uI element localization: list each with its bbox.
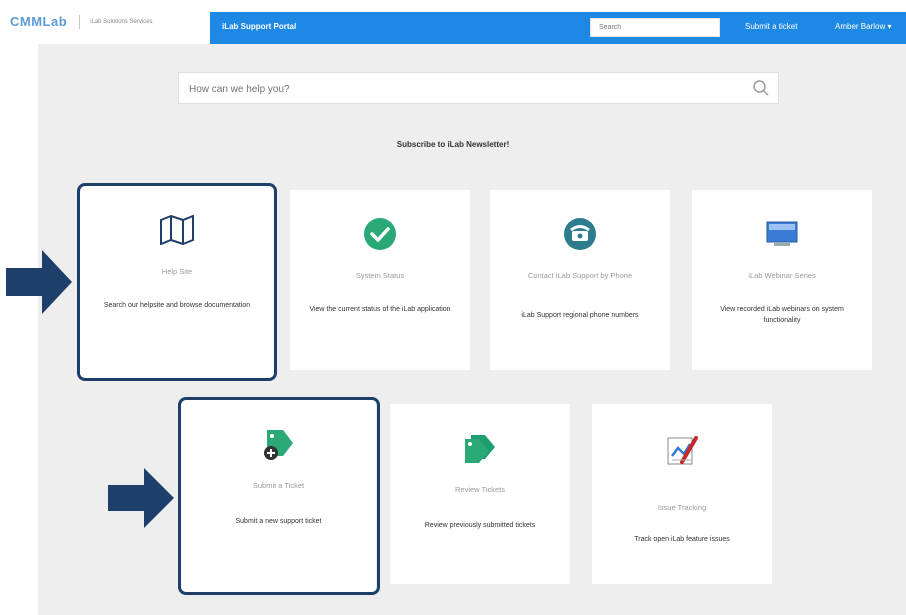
newsletter-link[interactable]: Subscribe to iLab Newsletter! [0,140,906,149]
card-title: Issue Tracking [657,503,707,512]
card-description: Track open iLab feature issues [634,536,730,543]
card-description: View the current status of the iLab appl… [309,306,451,313]
card-description: iLab Support regional phone numbers [521,312,639,319]
logo-subtext: iLab Solutions Services [90,18,153,25]
help-search-bar[interactable] [178,72,779,104]
brand-divider [79,14,81,29]
card-title: Help Site [161,267,193,276]
submit-ticket-link[interactable]: Submit a ticket [745,22,797,31]
ticket-add-icon [181,426,376,462]
card-webinar-series[interactable]: iLab Webinar Series View recorded iLab w… [692,190,872,370]
navbar: iLab Support Portal Submit a ticket Ambe… [210,12,906,44]
card-issue-tracking[interactable]: Issue Tracking Track open iLab feature i… [592,404,772,584]
card-submit-ticket[interactable]: Submit a Ticket Submit a new support tic… [181,400,376,592]
callout-arrow-right-icon [6,250,72,314]
brand[interactable]: CMMLab iLab Solutions Services [10,14,153,29]
help-search-input[interactable] [187,78,741,100]
phone-icon [490,216,670,252]
tickets-icon [390,430,570,466]
card-system-status[interactable]: System Status View the current status of… [290,190,470,370]
search-icon[interactable] [752,79,770,102]
callout-arrow-right-icon [108,468,174,528]
check-circle-icon [290,216,470,252]
map-icon [80,212,274,248]
card-title: Contact iLab Support by Phone [527,271,633,280]
card-title: Submit a Ticket [252,481,305,490]
card-description: Search our helpsite and browse documenta… [103,302,251,309]
portal-title[interactable]: iLab Support Portal [222,22,296,31]
top-bar: CMMLab iLab Solutions Services iLab Supp… [0,0,906,44]
issue-tracking-icon [592,432,772,468]
video-icon [692,216,872,252]
card-help-site[interactable]: Help Site Search our helpsite and browse… [80,186,274,378]
card-title: iLab Webinar Series [748,271,816,280]
card-review-tickets[interactable]: Review Tickets Review previously submitt… [390,404,570,584]
card-contact-phone[interactable]: Contact iLab Support by Phone iLab Suppo… [490,190,670,370]
card-description: Submit a new support ticket [235,518,322,525]
user-menu[interactable]: Amber Barlow ▾ [835,22,891,31]
card-description: Review previously submitted tickets [424,522,536,529]
card-title: System Status [355,271,405,280]
logo[interactable]: CMMLab [10,14,67,29]
search-input[interactable] [590,18,720,37]
card-title: Review Tickets [454,485,505,494]
card-description: View recorded iLab webinars on system fu… [720,306,844,324]
